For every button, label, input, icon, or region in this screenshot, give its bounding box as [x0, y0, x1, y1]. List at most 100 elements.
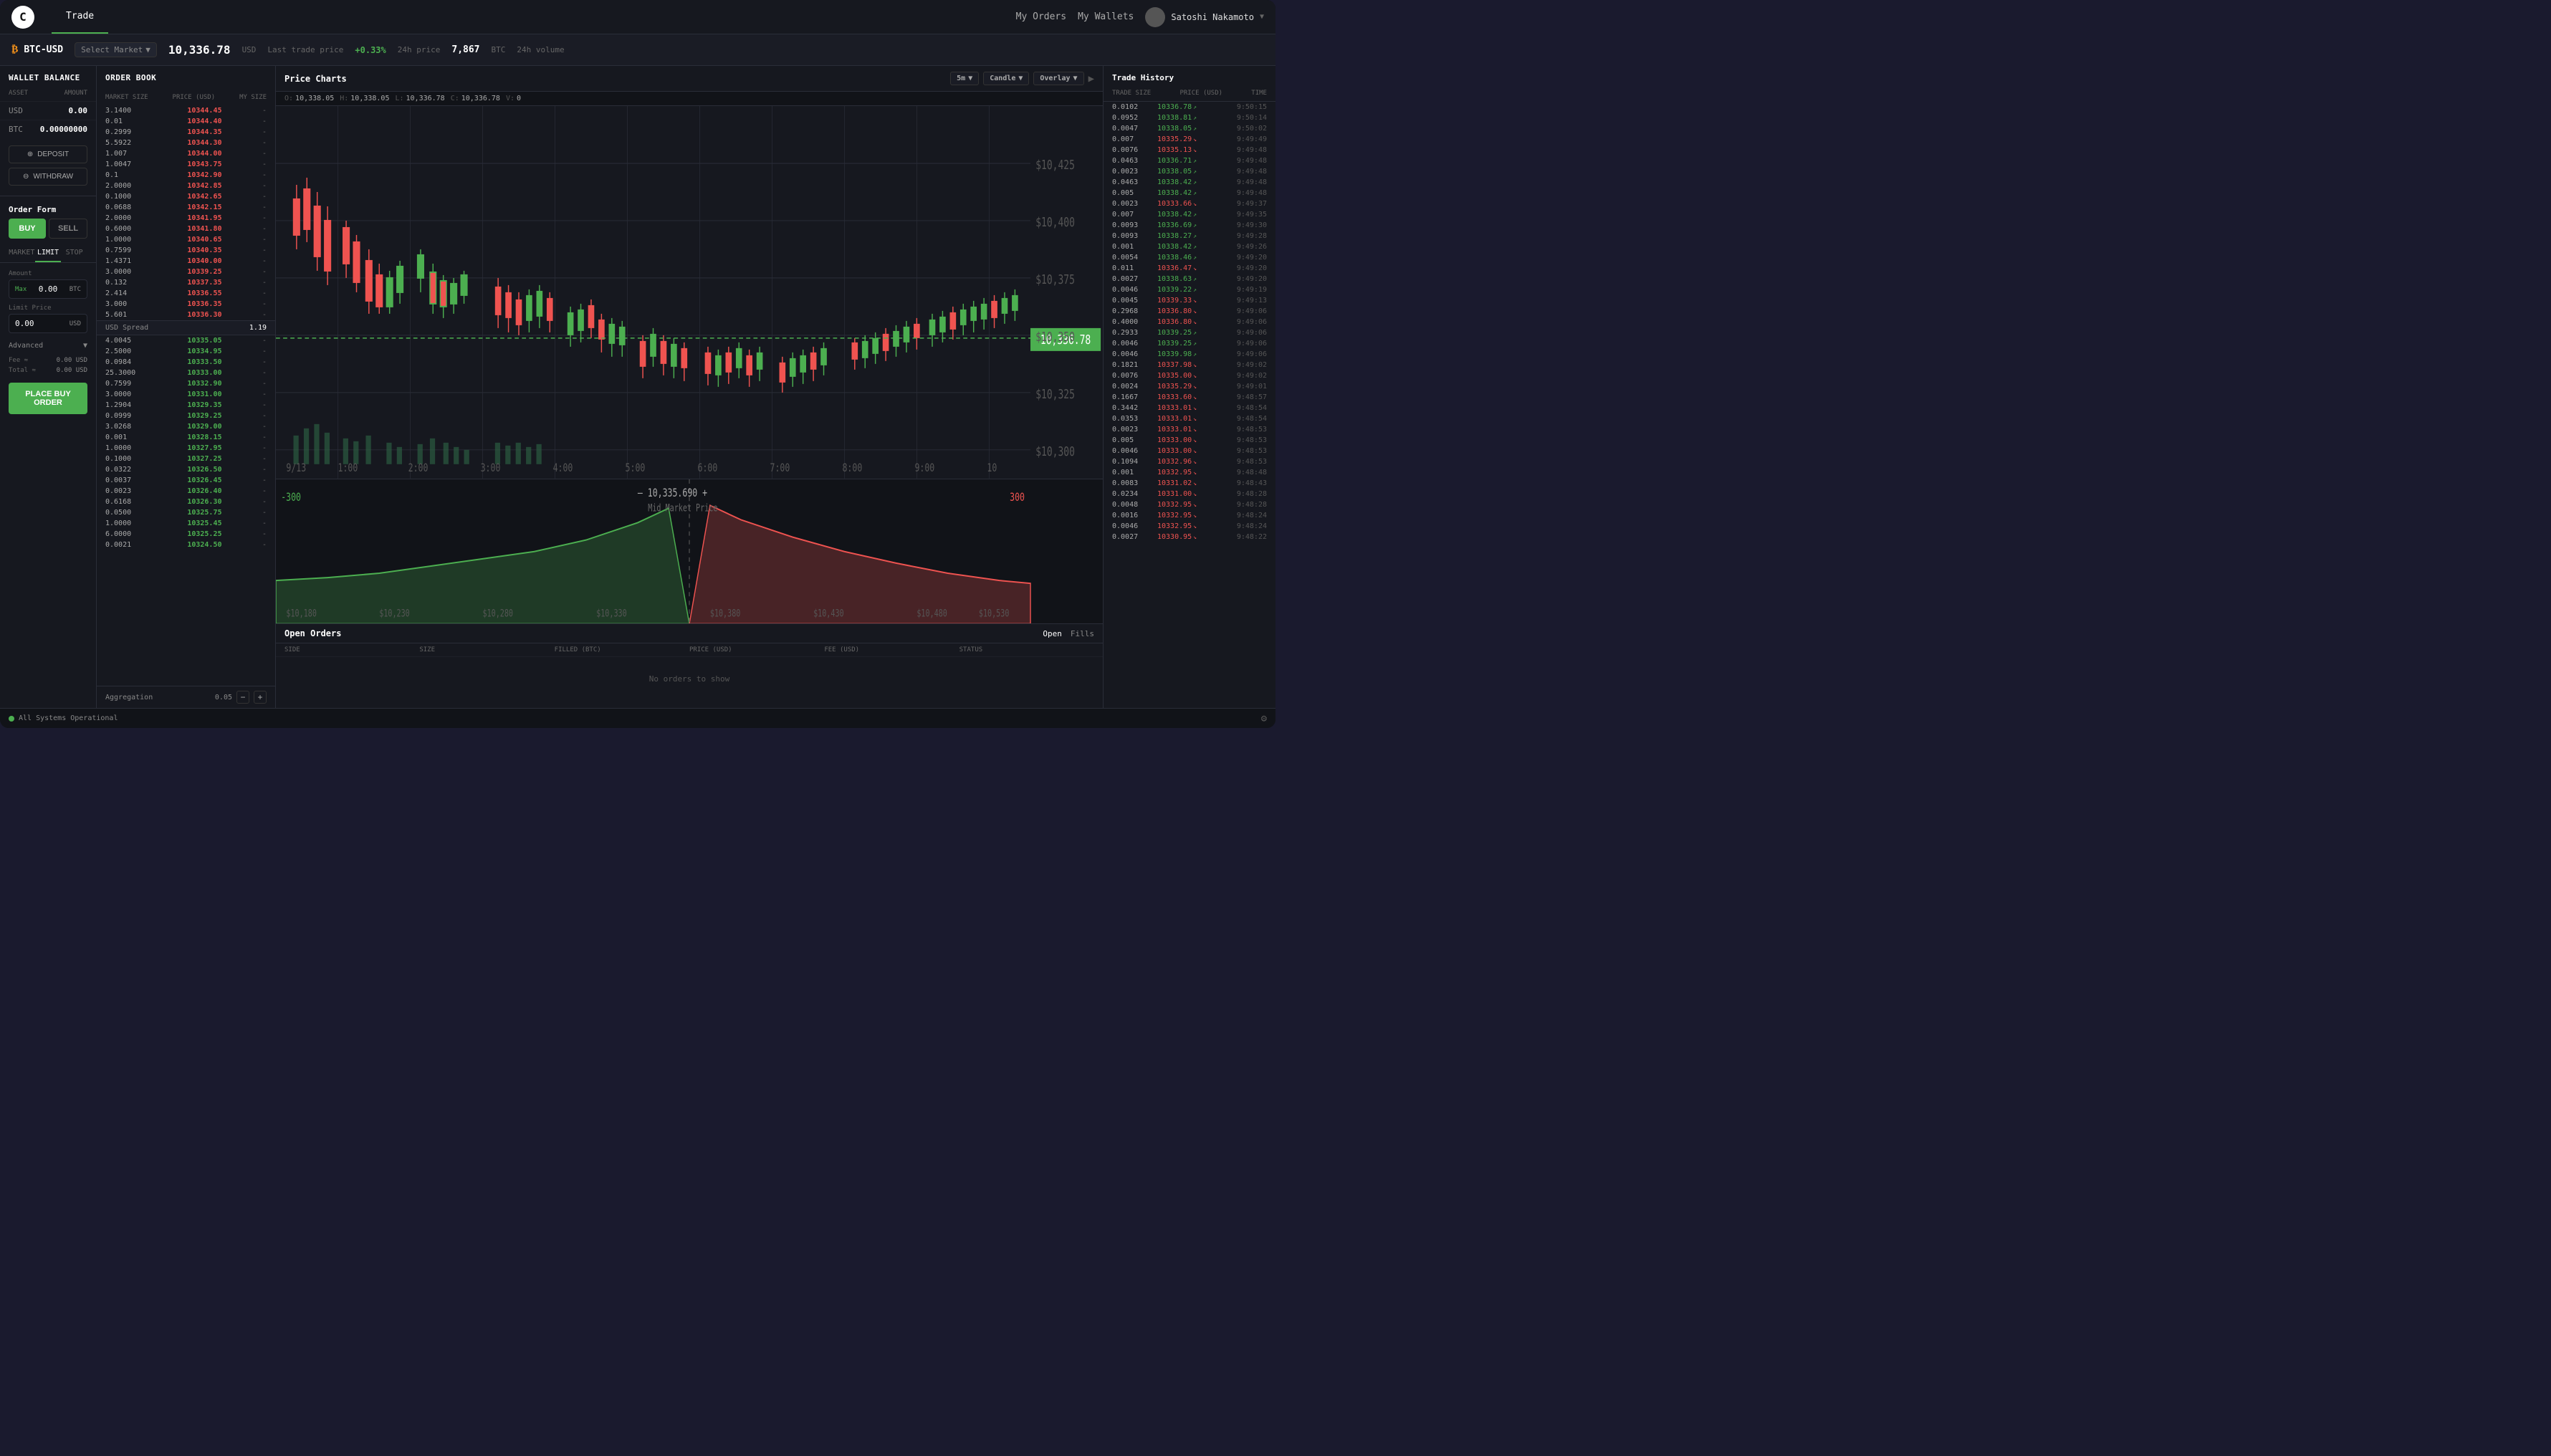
order-book-sell-row[interactable]: 2.0000 10342.85 -	[97, 181, 275, 191]
nav-tab-trade[interactable]: Trade	[52, 0, 108, 34]
ob-my-size: -	[245, 530, 267, 538]
th-size: 0.0054	[1112, 254, 1148, 262]
ob-price: 10337.35	[168, 279, 222, 287]
th-price: 10333.66 ↘	[1157, 200, 1215, 208]
order-book-buy-row[interactable]: 6.0000 10325.25 -	[97, 529, 275, 540]
order-book-sell-row[interactable]: 1.0047 10343.75 -	[97, 159, 275, 170]
my-orders-link[interactable]: My Orders	[1016, 11, 1066, 22]
aggregation-increase-button[interactable]: +	[254, 691, 267, 704]
chevron-down-icon: ▼	[145, 45, 150, 54]
order-book-sell-row[interactable]: 0.7599 10340.35 -	[97, 245, 275, 256]
ohlcv-bar: O: 10,338.05 H: 10,338.05 L: 10,336.78 C…	[276, 92, 1103, 106]
order-book-buy-row[interactable]: 0.1000 10327.25 -	[97, 454, 275, 464]
chart-area[interactable]: 10,336.78 9/13 1:00 2:00 3:00 4:00 5:00 …	[276, 106, 1103, 708]
th-size: 0.001	[1112, 469, 1148, 476]
buy-tab[interactable]: BUY	[9, 219, 46, 239]
order-book-buy-row[interactable]: 0.001 10328.15 -	[97, 432, 275, 443]
chart-nav-right-icon[interactable]: ▶	[1088, 73, 1094, 85]
order-book-buy-row[interactable]: 0.0037 10326.45 -	[97, 475, 275, 486]
open-tab[interactable]: Open	[1043, 629, 1062, 638]
order-book-buy-rows: 4.0045 10335.05 - 2.5000 10334.95 - 0.09…	[97, 335, 275, 686]
order-book-sell-row[interactable]: 1.4371 10340.00 -	[97, 256, 275, 267]
trade-history-row: 0.0102 10336.78 ↗ 9:50:15	[1104, 102, 1276, 112]
ob-price: 10342.15	[168, 203, 222, 211]
withdraw-button[interactable]: ⊖ WITHDRAW	[9, 168, 87, 186]
th-time: 9:49:48	[1224, 189, 1267, 197]
amount-input[interactable]: Max 0.00 BTC	[9, 279, 87, 299]
order-book-buy-row[interactable]: 3.0000 10331.00 -	[97, 389, 275, 400]
place-buy-order-button[interactable]: PLACE BUY ORDER	[9, 383, 87, 414]
th-price: 10335.29 ↘	[1157, 135, 1215, 143]
user-menu[interactable]: Satoshi Nakamoto ▼	[1145, 7, 1264, 27]
direction-arrow: ↗	[1193, 158, 1197, 164]
timeframe-selector[interactable]: 5m ▼	[950, 72, 979, 85]
sell-tab[interactable]: SELL	[49, 219, 87, 239]
ticker-24h-change: +0.33%	[355, 45, 386, 55]
order-book-sell-row[interactable]: 3.000 10336.35 -	[97, 299, 275, 310]
deposit-button[interactable]: ⊕ DEPOSIT	[9, 145, 87, 163]
select-market-button[interactable]: Select Market ▼	[75, 42, 157, 57]
order-book-sell-row[interactable]: 5.601 10336.30 -	[97, 310, 275, 320]
market-tab[interactable]: MARKET	[9, 244, 35, 262]
order-book-sell-row[interactable]: 0.0688 10342.15 -	[97, 202, 275, 213]
order-book-sell-row[interactable]: 0.2999 10344.35 -	[97, 127, 275, 138]
direction-arrow: ↘	[1193, 136, 1197, 143]
th-size: 0.1094	[1112, 458, 1148, 466]
order-book-sell-row[interactable]: 3.0000 10339.25 -	[97, 267, 275, 277]
settings-icon[interactable]: ⚙	[1261, 713, 1267, 724]
stop-tab[interactable]: STOP	[61, 244, 87, 262]
order-book-sell-row[interactable]: 0.01 10344.40 -	[97, 116, 275, 127]
th-price: 10333.60 ↘	[1157, 393, 1215, 401]
left-panel: Wallet Balance Asset Amount USD 0.00 BTC…	[0, 66, 97, 708]
order-book-buy-row[interactable]: 0.0500 10325.75 -	[97, 507, 275, 518]
order-book-buy-row[interactable]: 3.0268 10329.00 -	[97, 421, 275, 432]
order-book-buy-row[interactable]: 0.0984 10333.50 -	[97, 357, 275, 368]
app-logo[interactable]: C	[11, 6, 34, 29]
direction-arrow: ↘	[1193, 437, 1197, 444]
order-book-sell-row[interactable]: 1.007 10344.00 -	[97, 148, 275, 159]
limit-tab[interactable]: LIMIT	[35, 244, 62, 262]
order-book-sell-row[interactable]: 0.132 10337.35 -	[97, 277, 275, 288]
order-book-buy-row[interactable]: 25.3000 10333.00 -	[97, 368, 275, 378]
status-bar: All Systems Operational ⚙	[0, 708, 1276, 728]
th-time: 9:48:54	[1224, 404, 1267, 412]
ob-price: 10332.90	[168, 380, 222, 388]
ohlcv-low: L: 10,336.78	[395, 95, 444, 102]
order-book-sell-row[interactable]: 0.1 10342.90 -	[97, 170, 275, 181]
order-book-sell-row[interactable]: 2.414 10336.55 -	[97, 288, 275, 299]
th-col-trade-size: Trade Size	[1112, 90, 1151, 97]
th-time: 9:49:06	[1224, 350, 1267, 358]
limit-price-input[interactable]: 0.00 USD	[9, 314, 87, 333]
order-book-buy-row[interactable]: 0.0322 10326.50 -	[97, 464, 275, 475]
ob-market-size: 0.6168	[105, 498, 145, 506]
max-label[interactable]: Max	[15, 286, 27, 293]
trade-history-row: 0.001 10338.42 ↗ 9:49:26	[1104, 241, 1276, 252]
order-book-buy-row[interactable]: 0.0023 10326.40 -	[97, 486, 275, 497]
order-book-sell-row[interactable]: 1.0000 10340.65 -	[97, 234, 275, 245]
order-book-sell-row[interactable]: 5.5922 10344.30 -	[97, 138, 275, 148]
aggregation-decrease-button[interactable]: −	[236, 691, 249, 704]
order-book-sell-row[interactable]: 3.1400 10344.45 -	[97, 105, 275, 116]
overlay-selector[interactable]: Overlay ▼	[1033, 72, 1083, 85]
th-price: 10338.81 ↗	[1157, 114, 1215, 122]
chart-type-selector[interactable]: Candle ▼	[983, 72, 1029, 85]
trade-history-row: 0.1094 10332.96 ↘ 9:48:53	[1104, 456, 1276, 467]
fills-tab[interactable]: Fills	[1071, 629, 1094, 638]
order-book-buy-row[interactable]: 1.0000 10325.45 -	[97, 518, 275, 529]
order-book-sell-row[interactable]: 0.1000 10342.65 -	[97, 191, 275, 202]
order-book-buy-row[interactable]: 0.0021 10324.50 -	[97, 540, 275, 550]
order-book-buy-row[interactable]: 1.2904 10329.35 -	[97, 400, 275, 411]
advanced-toggle[interactable]: Advanced ▼	[0, 339, 96, 355]
order-book-buy-row[interactable]: 1.0000 10327.95 -	[97, 443, 275, 454]
order-book-sell-row[interactable]: 2.0000 10341.95 -	[97, 213, 275, 224]
order-book-buy-row[interactable]: 2.5000 10334.95 -	[97, 346, 275, 357]
th-time: 9:50:15	[1224, 103, 1267, 111]
trade-history-row: 0.007 10335.29 ↘ 9:49:49	[1104, 134, 1276, 145]
order-book-sell-row[interactable]: 0.6000 10341.80 -	[97, 224, 275, 234]
order-book-buy-row[interactable]: 0.7599 10332.90 -	[97, 378, 275, 389]
order-book-buy-row[interactable]: 0.0999 10329.25 -	[97, 411, 275, 421]
order-book-buy-row[interactable]: 0.6168 10326.30 -	[97, 497, 275, 507]
order-book-buy-row[interactable]: 4.0045 10335.05 -	[97, 335, 275, 346]
my-wallets-link[interactable]: My Wallets	[1078, 11, 1134, 22]
th-size: 0.0023	[1112, 200, 1148, 208]
